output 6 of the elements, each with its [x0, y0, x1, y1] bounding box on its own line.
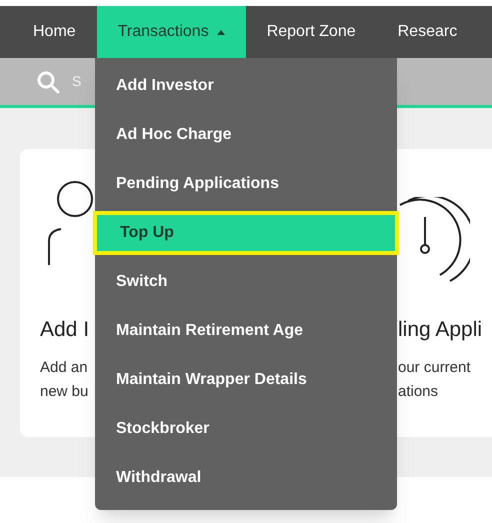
card-title: Add I [40, 317, 90, 343]
card-title: ling Appli [398, 317, 482, 343]
card-description: ations [398, 382, 438, 402]
card-description: our current [398, 358, 471, 378]
card-description: Add an [40, 358, 88, 378]
card-description: new bu [40, 382, 88, 402]
